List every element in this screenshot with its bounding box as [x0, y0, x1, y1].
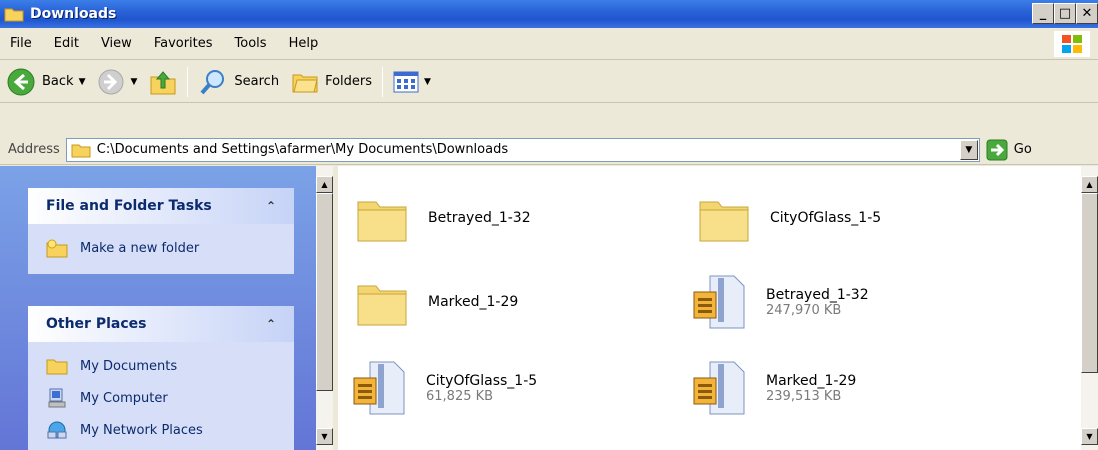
- other-places-panel: Other Places ⌃ My Documents My Computer: [28, 306, 294, 450]
- folders-button[interactable]: Folders: [285, 64, 378, 100]
- folder-icon: [357, 285, 407, 326]
- address-dropdown-button[interactable]: ▼: [959, 139, 978, 160]
- scroll-down-button[interactable]: ▼: [1081, 428, 1098, 445]
- folder-icon: [71, 144, 91, 157]
- scroll-thumb[interactable]: [316, 193, 333, 391]
- folders-label: Folders: [325, 74, 373, 89]
- make-new-folder-label: Make a new folder: [80, 240, 200, 256]
- file-item[interactable]: Betrayed_1-32 247,970 KB: [692, 272, 869, 332]
- up-folder-button[interactable]: [143, 64, 183, 100]
- my-computer-link[interactable]: My Computer: [46, 382, 282, 414]
- menu-favorites[interactable]: Favorites: [143, 36, 224, 51]
- file-item[interactable]: Betrayed_1-32: [354, 188, 531, 248]
- address-field[interactable]: C:\Documents and Settings\afarmer\My Doc…: [65, 137, 980, 162]
- scroll-up-button[interactable]: ▲: [1081, 176, 1098, 193]
- file-item[interactable]: CityOfGlass_1-5 61,825 KB: [352, 358, 537, 418]
- file-name: Marked_1-29: [428, 294, 519, 310]
- collapse-chevron-icon[interactable]: ⌃: [266, 199, 276, 213]
- views-icon: [393, 71, 419, 92]
- my-documents-label: My Documents: [80, 358, 178, 374]
- go-label: Go: [1013, 142, 1032, 157]
- title-bar: Downloads _ □ ✕: [0, 0, 1098, 28]
- back-label: Back: [42, 74, 74, 89]
- search-icon: [200, 69, 225, 94]
- minimize-button[interactable]: _: [1032, 3, 1054, 24]
- menu-tools[interactable]: Tools: [224, 36, 278, 51]
- toolbar-separator: [187, 66, 189, 97]
- my-documents-link[interactable]: My Documents: [46, 350, 282, 382]
- windows-logo-icon: [1054, 31, 1090, 57]
- file-name: Betrayed_1-32: [428, 210, 531, 226]
- file-list-scrollbar[interactable]: ▲ ▼: [1081, 166, 1098, 450]
- file-folder-tasks-header[interactable]: File and Folder Tasks ⌃: [28, 188, 294, 224]
- places-panel-body: My Documents My Computer My Network Plac…: [28, 342, 294, 450]
- menu-help[interactable]: Help: [278, 36, 330, 51]
- folder-icon: [357, 201, 407, 242]
- menu-bar: File Edit View Favorites Tools Help: [0, 28, 1098, 60]
- file-size: 61,825 KB: [426, 388, 494, 404]
- address-path: C:\Documents and Settings\afarmer\My Doc…: [96, 142, 509, 157]
- file-list: Betrayed_1-32 CityOfGlass_1-5 Marked_1-2…: [338, 166, 1083, 450]
- maximize-button[interactable]: □: [1054, 3, 1076, 24]
- zip-file-icon: [693, 361, 745, 415]
- search-button[interactable]: Search: [192, 64, 285, 100]
- network-icon: [47, 421, 67, 439]
- back-arrow-icon: [7, 68, 35, 95]
- folder-icon: [46, 359, 68, 375]
- toolbar-separator: [382, 66, 384, 97]
- task-pane-scrollbar[interactable]: ▲ ▼: [316, 166, 333, 450]
- go-button[interactable]: Go: [986, 139, 1032, 161]
- file-size: 239,513 KB: [766, 388, 842, 404]
- toolbar: Back ▼ ▼ Search Folders ▼: [0, 61, 1098, 103]
- window-title: Downloads: [30, 6, 117, 22]
- computer-icon: [48, 388, 66, 408]
- scroll-down-button[interactable]: ▼: [316, 428, 333, 445]
- file-folder-tasks-panel: File and Folder Tasks ⌃ Make a new folde…: [28, 188, 294, 274]
- make-new-folder-link[interactable]: Make a new folder: [46, 232, 282, 264]
- my-computer-label: My Computer: [80, 390, 168, 406]
- address-label: Address: [8, 142, 60, 157]
- tasks-panel-body: Make a new folder: [28, 224, 294, 274]
- address-bar: Address C:\Documents and Settings\afarme…: [0, 135, 1098, 165]
- scroll-thumb[interactable]: [1081, 193, 1098, 373]
- file-item[interactable]: Marked_1-29 239,513 KB: [692, 358, 856, 418]
- scroll-up-button[interactable]: ▲: [316, 176, 333, 193]
- file-name: CityOfGlass_1-5: [426, 372, 538, 389]
- my-network-places-label: My Network Places: [80, 422, 203, 438]
- new-folder-icon: [46, 239, 68, 258]
- forward-arrow-icon: [98, 69, 124, 94]
- collapse-chevron-icon[interactable]: ⌃: [266, 317, 276, 331]
- file-name: Betrayed_1-32: [766, 286, 869, 303]
- chevron-down-icon[interactable]: ▼: [79, 77, 86, 87]
- search-label: Search: [234, 74, 280, 89]
- chevron-down-icon[interactable]: ▼: [130, 77, 137, 87]
- menu-edit[interactable]: Edit: [43, 36, 90, 51]
- back-button[interactable]: Back ▼: [0, 64, 91, 100]
- folders-icon: [292, 74, 318, 92]
- zip-file-icon: [353, 361, 405, 415]
- folder-icon: [699, 201, 749, 242]
- close-button[interactable]: ✕: [1076, 3, 1098, 24]
- panel-title: File and Folder Tasks: [46, 198, 212, 214]
- up-folder-icon: [150, 70, 176, 94]
- file-name: Marked_1-29: [766, 372, 857, 389]
- file-size: 247,970 KB: [766, 302, 842, 318]
- chevron-down-icon[interactable]: ▼: [424, 77, 431, 87]
- menu-view[interactable]: View: [90, 36, 143, 51]
- folder-icon: [4, 8, 24, 22]
- my-network-places-link[interactable]: My Network Places: [46, 414, 282, 446]
- go-arrow-icon: [986, 139, 1008, 160]
- views-button[interactable]: ▼: [387, 64, 437, 100]
- panel-title: Other Places: [46, 316, 147, 332]
- menu-file[interactable]: File: [0, 36, 43, 51]
- zip-file-icon: [693, 275, 745, 329]
- other-places-header[interactable]: Other Places ⌃: [28, 306, 294, 342]
- file-item[interactable]: CityOfGlass_1-5: [696, 188, 881, 248]
- task-pane: File and Folder Tasks ⌃ Make a new folde…: [0, 166, 316, 450]
- file-name: CityOfGlass_1-5: [770, 210, 882, 226]
- file-item[interactable]: Marked_1-29: [354, 272, 518, 332]
- forward-button[interactable]: ▼: [91, 64, 143, 100]
